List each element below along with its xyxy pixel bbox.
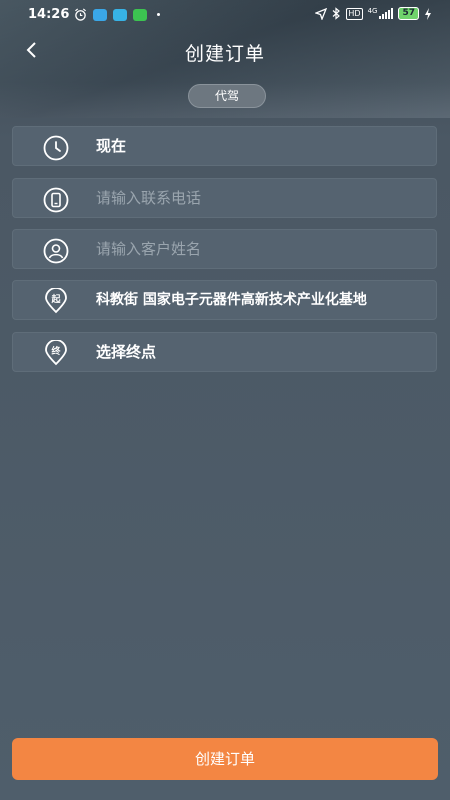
time-row[interactable]: 现在 [12, 126, 437, 166]
name-row[interactable]: 请输入客户姓名 [12, 229, 437, 269]
end-badge: 终 [50, 345, 61, 357]
status-bar: 14:26 HD 4G 57 [0, 0, 450, 30]
end-location-label: 选择终点 [96, 343, 157, 361]
user-icon [43, 238, 69, 264]
clock-icon [43, 135, 69, 161]
network-label: 4G [367, 7, 378, 15]
start-pin-icon: 起 [45, 288, 67, 314]
status-time: 14:26 [28, 7, 70, 22]
signal-bar [388, 10, 391, 19]
charging-icon [425, 7, 431, 20]
start-location-row[interactable]: 起 科教街 国家电子元器件高新技术产业化基地 [12, 280, 437, 320]
page-title: 创建订单 [184, 43, 265, 65]
time-value: 现在 [96, 137, 127, 155]
car-app-icon [93, 8, 107, 21]
phone-row[interactable]: 请输入联系电话 [12, 178, 437, 218]
location-icon [315, 7, 328, 20]
signal-bar [379, 16, 382, 19]
end-pin-icon: 终 [45, 340, 67, 366]
name-input[interactable]: 请输入客户姓名 [96, 230, 424, 268]
status-right-icons: HD 4G 57 [315, 7, 432, 20]
phone-icon [43, 187, 69, 213]
signal-bar [385, 12, 388, 19]
signal-bar [382, 14, 385, 19]
phone-input[interactable]: 请输入联系电话 [96, 179, 424, 217]
bluetooth-icon [332, 7, 341, 20]
battery-icon: 57 [398, 7, 419, 20]
end-location-row[interactable]: 终 选择终点 [12, 332, 437, 372]
dot-icon [157, 13, 160, 16]
telegram-icon [113, 8, 127, 21]
start-badge: 起 [50, 293, 61, 305]
signal-bar [391, 8, 394, 19]
create-order-button[interactable]: 创建订单 [12, 738, 438, 780]
service-mode-badge[interactable]: 代驾 [188, 84, 266, 108]
start-address: 科教街 国家电子元器件高新技术产业化基地 [96, 292, 367, 308]
wechat-icon [133, 8, 147, 21]
signal-icon: 4G [368, 8, 394, 19]
hd-icon: HD [346, 7, 363, 20]
alarm-icon [75, 8, 86, 21]
status-left-icons [74, 8, 160, 21]
